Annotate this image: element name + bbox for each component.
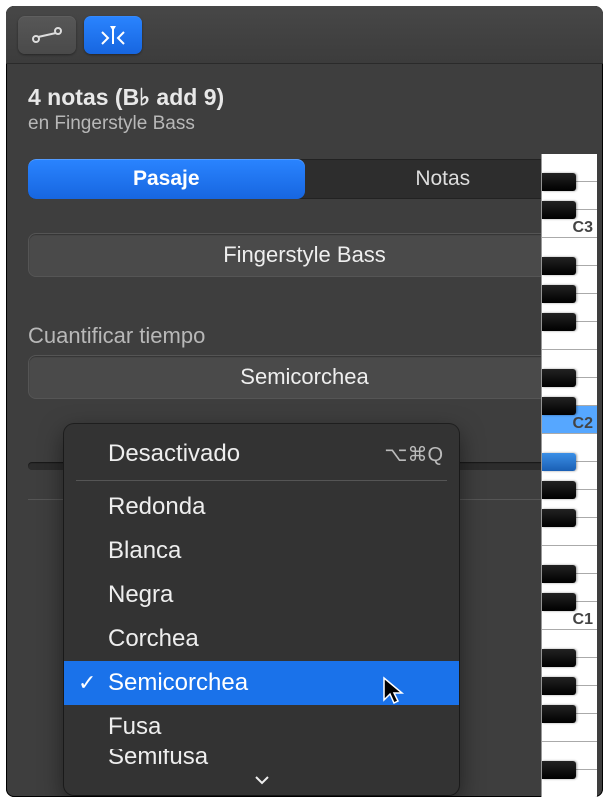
octave-label: C1	[573, 611, 593, 629]
region-name-field[interactable]: Fingerstyle Bass	[28, 233, 581, 277]
octave-label: C2	[573, 415, 593, 433]
quantize-value: Semicorchea	[240, 364, 368, 390]
selection-subtitle: en Fingerstyle Bass	[28, 113, 581, 135]
quantize-label: Cuantificar tiempo	[28, 323, 581, 349]
automation-toggle-button[interactable]	[18, 16, 76, 54]
octave-label: C3	[573, 219, 593, 237]
quantize-menu-item[interactable]: Fusa	[64, 705, 459, 749]
quantize-menu-item[interactable]: Negra	[64, 573, 459, 617]
quantize-menu-item[interactable]: Redonda	[64, 485, 459, 529]
tab-segment: Pasaje Notas	[28, 159, 581, 199]
quantize-menu-off[interactable]: Desactivado ⌥⌘Q	[64, 432, 459, 476]
selection-title: 4 notas (B♭ add 9)	[28, 84, 581, 111]
shortcut-label: ⌥⌘Q	[384, 442, 443, 467]
catch-playhead-button[interactable]	[84, 16, 142, 54]
piano-keyboard[interactable]: C3 C2 C1	[541, 154, 597, 797]
check-icon: ✓	[78, 670, 96, 696]
inspector-panel: 4 notas (B♭ add 9) en Fingerstyle Bass P…	[6, 6, 603, 797]
quantize-menu-item[interactable]: Semifusa	[64, 749, 459, 771]
menu-separator	[76, 480, 447, 481]
quantize-menu-item[interactable]: Corchea	[64, 617, 459, 661]
quantize-dropdown[interactable]: Semicorchea	[28, 355, 581, 399]
toolbar	[6, 6, 603, 64]
selection-header: 4 notas (B♭ add 9) en Fingerstyle Bass	[6, 64, 603, 149]
quantize-menu-item-selected[interactable]: ✓ Semicorchea	[64, 661, 459, 705]
menu-scroll-down-icon[interactable]	[64, 771, 459, 795]
quantize-menu-item[interactable]: Blanca	[64, 529, 459, 573]
quantize-menu: Desactivado ⌥⌘Q Redonda Blanca Negra Cor…	[64, 424, 459, 795]
tab-region[interactable]: Pasaje	[28, 159, 305, 199]
tab-notes[interactable]: Notas	[305, 159, 582, 199]
